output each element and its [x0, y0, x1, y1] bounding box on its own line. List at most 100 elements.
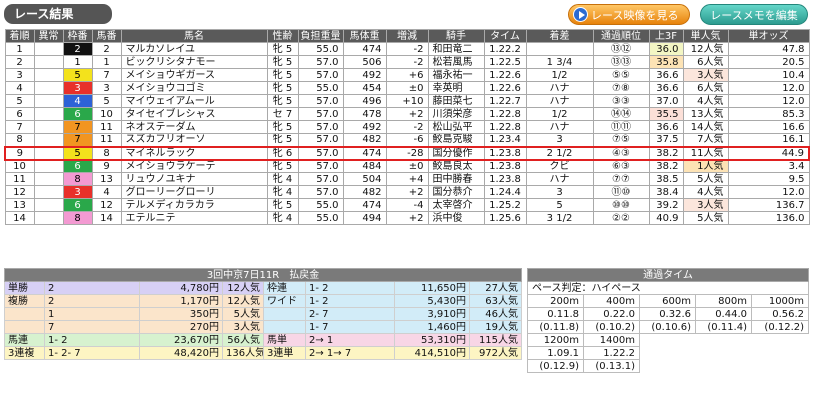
result-cell: 12.0 [727, 94, 810, 108]
jockey-name-link[interactable]: 松山弘平 [427, 120, 485, 134]
result-cell [33, 107, 64, 121]
horse-name-link[interactable]: スズカフリオーソ [120, 133, 268, 147]
result-cell: -4 [385, 198, 429, 212]
jockey-name-link[interactable]: 和田竜二 [427, 42, 485, 56]
column-header[interactable]: 負担重量 [297, 29, 344, 43]
jockey-name-link[interactable]: 国分恭介 [427, 185, 485, 199]
jockey-name-link[interactable]: 浜中俊 [427, 211, 485, 225]
payout-pop: 56人気 [222, 333, 264, 347]
result-cell: 14 [91, 211, 122, 225]
result-row[interactable]: 3 5 7 メイショウギガース牝 5 57.0 492 +6 福永祐一 1.22.6 1/2 ⑤⑤ 3… [4, 68, 810, 82]
result-row[interactable]: 1 2 2 マルカソレイユ牝 5 55.0 474 -2 和田竜二 1.22.2 ⑬⑫ 36.0 12… [4, 42, 810, 56]
result-cell [33, 172, 64, 186]
empty-cell [696, 347, 752, 360]
jockey-name-link[interactable]: 幸英明 [427, 81, 485, 95]
jockey-name-link[interactable]: 国分優作 [427, 145, 485, 161]
result-cell: 10 [91, 107, 122, 121]
horse-name-link[interactable]: リュウノユキナ [120, 172, 268, 186]
result-row[interactable]: 7 7 11 ネオステーダム牝 5 57.0 492 -2 松山弘平 1.22.8 ハナ ⑪⑪ 36.… [4, 120, 810, 134]
jockey-name-link[interactable]: 鮫島克駿 [427, 133, 485, 147]
passing-time: 0.22.0 [583, 307, 640, 321]
column-header[interactable]: タイム [483, 29, 527, 43]
result-row[interactable]: 2 1 1 ビックリシタナモー牝 5 57.0 506 -2 松若風馬 1.22.5 1 3/4 ⑬… [4, 55, 810, 69]
result-cell: +4 [385, 172, 429, 186]
result-row[interactable]: 10 6 9 メイショウラケーテ牝 5 57.0 484 ±0 鮫島良太 1.23.8 クビ ⑥③ 3… [4, 159, 810, 173]
result-cell: 57.0 [297, 185, 344, 199]
payout-amount: 1,460円 [394, 320, 470, 334]
payout-pop: 5人気 [222, 307, 264, 321]
result-cell: 57.0 [297, 145, 344, 161]
result-row[interactable]: 14 8 14 エテルニテ牝 4 55.0 494 +2 浜中俊 1.25.6 3 1/2 ②② 40… [4, 211, 810, 225]
result-cell: +6 [385, 68, 429, 82]
passing-dist-row: 200m 400m 600m 800m 1000m [527, 294, 810, 308]
column-header[interactable]: 性齢 [266, 29, 299, 43]
horse-name-link[interactable]: マイネルラック [120, 145, 268, 161]
jockey-name-link[interactable]: 川須栄彦 [427, 107, 485, 121]
result-row[interactable]: 12 3 4 グローリーグローリ牝 4 57.0 482 +2 国分恭介 1.24.4 3 ⑪⑩ 38… [4, 185, 810, 199]
jockey-name-link[interactable]: 藤田菜七 [427, 94, 485, 108]
result-cell: 39.2 [648, 198, 684, 212]
result-cell: 牝 5 [266, 81, 299, 95]
column-header[interactable]: 着差 [525, 29, 594, 43]
horse-name-link[interactable]: テルメディカラカラ [120, 198, 268, 212]
column-header[interactable]: 上3F [648, 29, 684, 43]
result-cell: 3 [525, 185, 594, 199]
result-cell: ⑦⑧ [592, 81, 650, 95]
payout-type: 3連単 [263, 346, 306, 360]
result-cell: ⑦⑦ [592, 172, 650, 186]
column-header[interactable]: 馬名 [120, 29, 268, 43]
horse-name-link[interactable]: エテルニテ [120, 211, 268, 225]
column-header[interactable]: 増減 [385, 29, 429, 43]
passing-dist: 1400m [583, 333, 640, 347]
jockey-name-link[interactable]: 松若風馬 [427, 55, 485, 69]
result-row[interactable]: 5 4 5 マイウェイアムール牝 5 57.0 496 +10 藤田菜七 1.22.7 ハナ ③③ 3… [4, 94, 810, 108]
payout-combo: 2→ 1 [305, 333, 395, 347]
horse-name-link[interactable]: マイウェイアムール [120, 94, 268, 108]
column-header[interactable]: 単オッズ [727, 29, 810, 43]
column-header[interactable]: 馬番 [91, 29, 122, 43]
horse-name-link[interactable]: タイセイブレシャス [120, 107, 268, 121]
column-header[interactable]: 枠番 [62, 29, 93, 43]
result-cell: 1.24.4 [483, 185, 527, 199]
result-cell: 57.0 [297, 159, 344, 173]
result-row[interactable]: 9 5 8 マイネルラック牝 6 57.0 474 -28 国分優作 1.23.8 2 1/2 ④③… [4, 145, 810, 161]
result-row[interactable]: 13 6 12 テルメディカラカラ牝 5 55.0 474 -4 太宰啓介 1.25.2 5 ⑩⑩ 3… [4, 198, 810, 212]
result-row[interactable]: 11 8 13 リュウノユキナ牝 4 57.0 504 +4 田中勝春 1.23.8 ハナ ⑦⑦ 38… [4, 172, 810, 186]
watch-video-button[interactable]: レース映像を見る [568, 4, 690, 25]
result-cell: 1 [91, 55, 122, 69]
result-cell: 57.0 [297, 120, 344, 134]
result-cell: 11人気 [682, 145, 729, 161]
jockey-name-link[interactable]: 福永祐一 [427, 68, 485, 82]
horse-name-link[interactable]: マルカソレイユ [120, 42, 268, 56]
payout-type [263, 320, 306, 334]
pace-judgement: ペース判定：ハイペース [526, 281, 810, 295]
horse-name-link[interactable]: ビックリシタナモー [120, 55, 268, 69]
result-cell: 38.2 [648, 159, 684, 173]
result-row[interactable]: 4 3 3 メイショウコゴミ牝 5 55.0 454 ±0 幸英明 1.22.6 ハナ ⑦⑧ 36.6… [4, 81, 810, 95]
passing-dist: 200m [527, 294, 584, 308]
result-row[interactable]: 6 6 10 タイセイブレシャスセ 7 57.0 478 +2 川須栄彦 1.22.8 1/2 ⑭⑭… [4, 107, 810, 121]
column-header[interactable]: 異常 [33, 29, 64, 43]
horse-name-link[interactable]: メイショウラケーテ [120, 159, 268, 173]
column-header[interactable]: 騎手 [427, 29, 485, 43]
frame-number: 4 [62, 94, 93, 108]
result-cell: 牝 4 [266, 211, 299, 225]
result-cell: 3人気 [682, 198, 729, 212]
horse-name-link[interactable]: メイショウギガース [120, 68, 268, 82]
result-row[interactable]: 8 7 11 スズカフリオーソ牝 5 57.0 482 -6 鮫島克駿 1.23.4 3 ⑦⑤ 37.… [4, 133, 810, 147]
jockey-name-link[interactable]: 太宰啓介 [427, 198, 485, 212]
jockey-name-link[interactable]: 鮫島良太 [427, 159, 485, 173]
jockey-name-link[interactable]: 田中勝春 [427, 172, 485, 186]
result-cell: 1 3/4 [525, 55, 594, 69]
result-cell: 57.0 [297, 107, 344, 121]
result-cell: 11 [91, 120, 122, 134]
horse-name-link[interactable]: グローリーグローリ [120, 185, 268, 199]
edit-memo-button[interactable]: レースメモを編集 [700, 4, 808, 25]
column-header[interactable]: 着順 [4, 29, 35, 43]
column-header[interactable]: 馬体重 [342, 29, 387, 43]
horse-name-link[interactable]: ネオステーダム [120, 120, 268, 134]
result-cell: 36.6 [648, 81, 684, 95]
column-header[interactable]: 通過順位 [592, 29, 650, 43]
column-header[interactable]: 単人気 [682, 29, 729, 43]
horse-name-link[interactable]: メイショウコゴミ [120, 81, 268, 95]
